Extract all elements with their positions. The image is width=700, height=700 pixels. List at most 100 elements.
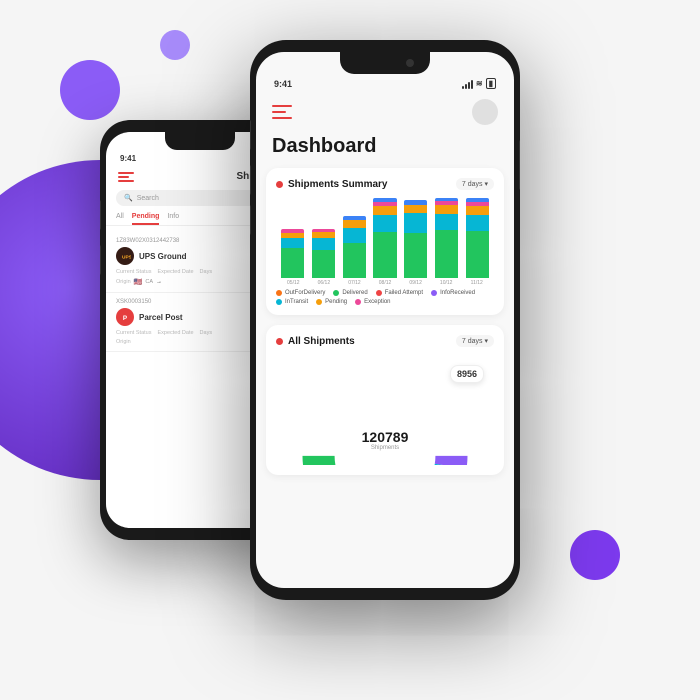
bar-segment	[466, 215, 489, 231]
legend-label: OutForDelivery	[285, 290, 325, 296]
legend-dot	[333, 290, 339, 296]
bar-segment	[343, 228, 366, 243]
summary-period: 7 days	[462, 181, 483, 188]
all-shipments-days-badge[interactable]: 7 days ▾	[456, 335, 494, 347]
back-tab-info[interactable]: Info	[167, 210, 179, 225]
x-axis-label: 10/12	[431, 280, 462, 286]
background-blob-top-left	[60, 60, 120, 120]
avatar[interactable]	[472, 99, 498, 125]
front-status-bar: 9:41 ≋ ▮	[256, 74, 514, 93]
bar-segment	[312, 250, 335, 278]
bar-segment	[404, 205, 427, 213]
back-origin-label-2: Origin	[116, 339, 131, 345]
legend-item: Delivered	[333, 290, 367, 296]
summary-title: Shipments Summary	[276, 179, 387, 190]
bar-chart-container: 05/1206/1207/1208/1209/1210/1211/12	[276, 198, 494, 286]
bar-chart	[276, 198, 494, 278]
donut-badge: 8956	[450, 365, 484, 383]
phone-back-side-btn-2	[100, 245, 101, 275]
summary-header: Shipments Summary 7 days ▾	[276, 178, 494, 190]
summary-days-badge[interactable]: 7 days ▾	[456, 178, 494, 190]
x-axis-label: 08/12	[370, 280, 401, 286]
dashboard-title: Dashboard	[256, 131, 514, 168]
legend-item: OutForDelivery	[276, 290, 325, 296]
bar-segment	[466, 231, 489, 278]
x-axis-label: 05/12	[278, 280, 309, 286]
bar-segment	[373, 206, 396, 215]
phone-back-side-btn	[100, 200, 101, 230]
phone-front-screen: 9:41 ≋ ▮ Dashboard	[256, 52, 514, 588]
donut-center: 120789 Shipments	[362, 429, 409, 451]
all-shipments-header: All Shipments 7 days ▾	[276, 335, 494, 347]
legend-item: Failed Attempt	[376, 290, 423, 296]
phone-front-mute	[250, 205, 251, 235]
back-menu-icon[interactable]	[118, 172, 134, 182]
back-tab-all[interactable]: All	[116, 210, 124, 225]
back-expected-date-label-2: Expected Date	[157, 330, 193, 336]
signal-bar-1	[462, 86, 464, 89]
front-time: 9:41	[274, 79, 292, 89]
bar-segment	[343, 243, 366, 278]
donut-chart-container: 8956 120789 Shipments	[276, 355, 494, 465]
legend-item: InTransit	[276, 299, 308, 305]
summary-red-dot	[276, 181, 283, 188]
legend-dot	[276, 290, 282, 296]
bar-segment	[343, 220, 366, 228]
all-shipments-title: All Shipments	[276, 336, 355, 347]
background-blob-small	[160, 30, 190, 60]
bar-group	[463, 198, 492, 278]
legend-label: Exception	[364, 299, 390, 305]
carrier-name-2: Parcel Post	[139, 313, 183, 322]
background-blob-bottom-right	[570, 530, 620, 580]
carrier-name-1: UPS Ground	[139, 252, 187, 261]
all-shipments-period: 7 days	[462, 338, 483, 345]
front-header	[256, 93, 514, 131]
legend-label: InTransit	[285, 299, 308, 305]
bar-segment	[435, 230, 458, 278]
x-axis-label: 07/12	[339, 280, 370, 286]
legend-dot	[431, 290, 437, 296]
donut-label: Shipments	[362, 445, 409, 451]
legend-dot	[376, 290, 382, 296]
phone-front-vol-down	[250, 165, 251, 195]
bar-group	[278, 198, 307, 278]
bar-segment	[281, 238, 304, 248]
x-axis-label: 11/12	[461, 280, 492, 286]
bar-segment	[281, 248, 304, 278]
x-axis-labels: 05/1206/1207/1208/1209/1210/1211/12	[276, 280, 494, 286]
legend-label: Failed Attempt	[385, 290, 423, 296]
bar-segment	[435, 205, 458, 214]
donut-total: 120789	[362, 429, 409, 445]
back-expected-date-label: Expected Date	[157, 269, 193, 275]
bar-segment	[373, 232, 396, 278]
donut-badge-value: 8956	[457, 369, 477, 379]
legend-label: Pending	[325, 299, 347, 305]
donut-segment	[435, 456, 468, 465]
bar-group	[340, 198, 369, 278]
legend-label: InfoReceived	[440, 290, 475, 296]
summary-title-text: Shipments Summary	[288, 179, 387, 190]
legend-label: Delivered	[342, 290, 367, 296]
wifi-icon: ≋	[476, 79, 483, 88]
legend-item: Pending	[316, 299, 347, 305]
back-search-icon: 🔍	[124, 194, 133, 202]
signal-bar-4	[471, 80, 473, 89]
svg-text:UPS: UPS	[122, 254, 131, 260]
bar-segment	[404, 213, 427, 233]
arrow-icon-1: →	[156, 279, 162, 285]
back-origin-label-1: Origin	[116, 279, 131, 285]
signal-bar-2	[465, 84, 467, 89]
back-tab-pending[interactable]: Pending	[132, 210, 160, 225]
back-origin-value-1: CA	[145, 279, 153, 285]
bar-group	[309, 198, 338, 278]
back-current-status-label-2: Current Status	[116, 330, 151, 336]
bar-segment	[435, 214, 458, 230]
back-days-label-2: Days	[200, 330, 213, 336]
phone-back-time: 9:41	[120, 154, 136, 163]
legend-dot	[316, 299, 322, 305]
menu-icon[interactable]	[272, 105, 292, 119]
phone-front-power-btn	[519, 140, 520, 190]
legend-dot	[276, 299, 282, 305]
all-shipments-card: All Shipments 7 days ▾ 8956 120789 Shipm…	[266, 325, 504, 475]
bar-group	[371, 198, 400, 278]
